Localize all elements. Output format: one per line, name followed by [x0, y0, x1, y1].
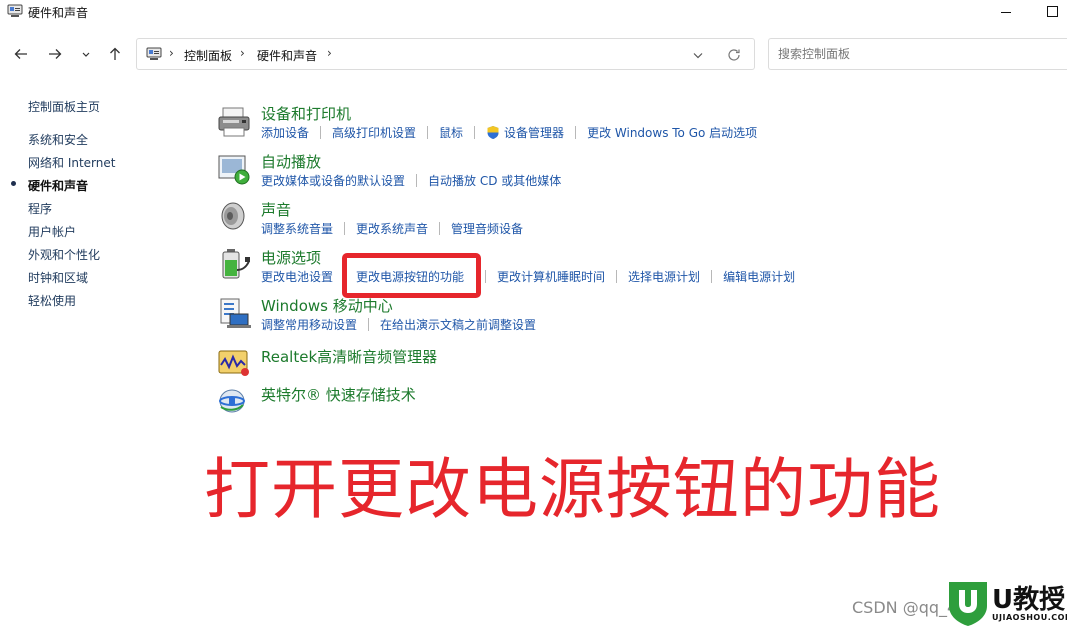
category-autoplay[interactable]: 自动播放 [261, 151, 321, 172]
link-separator [575, 126, 577, 139]
link-separator [368, 318, 370, 331]
devices-printers-links: 添加设备 高级打印机设置 鼠标 设备管理器 更改 Windows To Go 启… [261, 124, 757, 141]
link-choose-power-plan[interactable]: 选择电源计划 [628, 268, 700, 285]
maximize-button[interactable] [1042, 4, 1062, 20]
back-button[interactable] [9, 42, 33, 66]
chevron-down-icon[interactable] [690, 47, 706, 63]
link-change-media-defaults[interactable]: 更改媒体或设备的默认设置 [261, 172, 405, 189]
csdn-watermark: CSDN @qq_4 [852, 598, 958, 617]
link-separator [711, 270, 713, 283]
link-device-manager[interactable]: 设备管理器 [504, 124, 564, 141]
link-mouse[interactable]: 鼠标 [439, 124, 463, 141]
link-separator [474, 126, 476, 139]
sidebar-item-network-internet[interactable]: 网络和 Internet [28, 154, 115, 171]
refresh-icon[interactable] [726, 47, 742, 63]
breadcrumb-separator: › [240, 46, 245, 60]
category-windows-mobility-center[interactable]: Windows 移动中心 [261, 295, 393, 316]
breadcrumb-separator: › [327, 46, 332, 60]
link-adjust-mobility-settings[interactable]: 调整常用移动设置 [261, 316, 357, 333]
intel-storage-icon [219, 389, 245, 413]
speaker-icon [221, 202, 245, 230]
active-indicator [11, 181, 16, 186]
category-realtek-audio-manager[interactable]: Realtek高清晰音频管理器 [261, 346, 437, 367]
printer-icon [218, 107, 250, 137]
mobility-center-icon [220, 298, 251, 328]
sidebar-item-user-accounts[interactable]: 用户帐户 [28, 223, 76, 240]
logo-domain-text: UJIAOSHOU.COM [992, 613, 1067, 622]
breadcrumb-hardware-sound[interactable]: 硬件和声音 [257, 47, 317, 64]
mobility-center-links: 调整常用移动设置 在给出演示文稿之前调整设置 [261, 316, 536, 333]
link-presentation-settings[interactable]: 在给出演示文稿之前调整设置 [380, 316, 536, 333]
arrow-up-icon [110, 47, 120, 60]
category-power-options[interactable]: 电源选项 [261, 247, 321, 268]
link-change-system-sounds[interactable]: 更改系统声音 [356, 220, 428, 237]
link-adjust-volume[interactable]: 调整系统音量 [261, 220, 333, 237]
link-manage-audio-devices[interactable]: 管理音频设备 [451, 220, 523, 237]
uac-shield-icon [487, 126, 499, 139]
logo-brand-text: U教授 [992, 585, 1066, 615]
window-title: 硬件和声音 [28, 6, 89, 20]
address-bar[interactable]: › 控制面板 › 硬件和声音 › [136, 38, 755, 70]
sidebar-item-hardware-sound[interactable]: 硬件和声音 [28, 177, 88, 194]
realtek-audio-icon [218, 350, 249, 376]
search-input[interactable] [768, 38, 1067, 70]
sidebar-item-programs[interactable]: 程序 [28, 200, 52, 217]
sidebar-item-control-panel-home[interactable]: 控制面板主页 [28, 98, 100, 115]
link-separator [485, 270, 487, 283]
forward-button[interactable] [43, 42, 67, 66]
category-devices-printers[interactable]: 设备和打印机 [261, 103, 351, 124]
category-sound[interactable]: 声音 [261, 199, 291, 220]
autoplay-links: 更改媒体或设备的默认设置 自动播放 CD 或其他媒体 [261, 172, 561, 189]
link-windows-to-go[interactable]: 更改 Windows To Go 启动选项 [587, 124, 757, 141]
link-change-sleep-time[interactable]: 更改计算机睡眠时间 [497, 268, 605, 285]
battery-icon [222, 249, 250, 279]
link-add-device[interactable]: 添加设备 [261, 124, 309, 141]
link-edit-power-plan[interactable]: 编辑电源计划 [723, 268, 795, 285]
link-change-battery-settings[interactable]: 更改电池设置 [261, 268, 333, 285]
link-separator [427, 126, 429, 139]
sidebar-item-system-security[interactable]: 系统和安全 [28, 131, 88, 148]
recent-locations-button[interactable] [74, 42, 98, 66]
arrow-left-icon [14, 49, 27, 59]
highlight-box [342, 253, 481, 298]
link-autoplay-cd[interactable]: 自动播放 CD 或其他媒体 [428, 172, 561, 189]
category-intel-rapid-storage[interactable]: 英特尔® 快速存储技术 [261, 384, 416, 405]
link-separator [439, 222, 441, 235]
control-panel-icon [146, 47, 162, 60]
breadcrumb-control-panel[interactable]: 控制面板 [184, 47, 232, 64]
link-separator [416, 174, 418, 187]
up-button[interactable] [103, 42, 127, 66]
link-advanced-printer-setup[interactable]: 高级打印机设置 [332, 124, 416, 141]
breadcrumb-separator: › [169, 46, 174, 60]
control-panel-icon [7, 4, 23, 17]
arrow-right-icon [49, 49, 62, 59]
sidebar-item-clock-region[interactable]: 时钟和区域 [28, 269, 88, 286]
sound-links: 调整系统音量 更改系统声音 管理音频设备 [261, 220, 523, 237]
title-bar: 硬件和声音 [0, 0, 1067, 24]
minimize-button[interactable] [996, 4, 1016, 20]
annotation-caption: 打开更改电源按钮的功能 [204, 451, 941, 528]
autoplay-icon [218, 155, 250, 185]
link-separator [344, 222, 346, 235]
sidebar-item-appearance[interactable]: 外观和个性化 [28, 246, 100, 263]
sidebar-item-ease-of-access[interactable]: 轻松使用 [28, 292, 76, 309]
chevron-down-icon [82, 52, 90, 57]
link-separator [616, 270, 618, 283]
link-separator [320, 126, 322, 139]
ujiaoshou-logo: U教授 UJIAOSHOU.COM [946, 577, 1067, 629]
shield-logo-icon [949, 582, 987, 626]
